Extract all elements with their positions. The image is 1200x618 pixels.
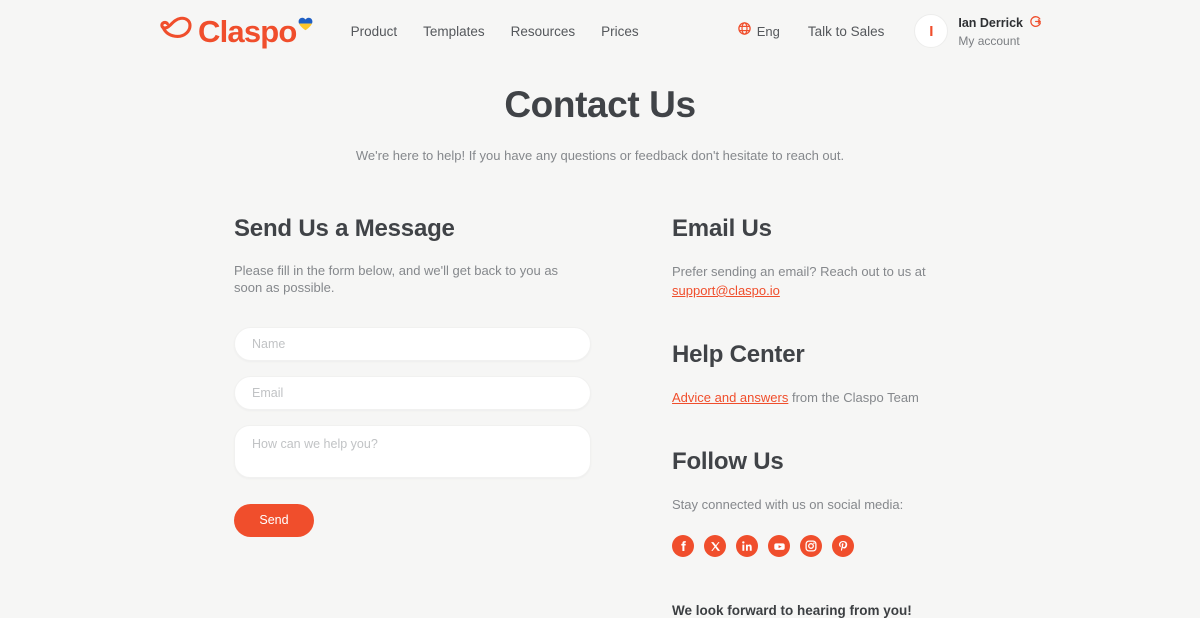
- page-subtitle: We're here to help! If you have any ques…: [355, 148, 845, 163]
- logo-wordmark: Claspo: [198, 13, 297, 49]
- help-section-title: Help Center: [672, 340, 805, 368]
- nav-item-prices[interactable]: Prices: [601, 24, 639, 39]
- send-button[interactable]: Send: [234, 503, 314, 537]
- help-section-text: Advice and answers from the Claspo Team: [672, 389, 1002, 408]
- advice-and-answers-link[interactable]: Advice and answers: [672, 390, 788, 405]
- account-menu[interactable]: I Ian Derrick My account: [914, 14, 1042, 49]
- claspo-logo[interactable]: Claspo: [158, 16, 313, 47]
- form-section-description: Please fill in the form below, and we'll…: [234, 263, 559, 295]
- account-name: Ian Derrick: [958, 15, 1023, 30]
- language-label: Eng: [756, 23, 780, 39]
- facebook-icon[interactable]: [672, 535, 694, 558]
- account-text: Ian Derrick My account: [958, 14, 1042, 49]
- instagram-icon[interactable]: [800, 535, 822, 558]
- youtube-icon[interactable]: [768, 535, 790, 558]
- nav-item-resources[interactable]: Resources: [511, 24, 576, 39]
- account-subtitle: My account: [958, 33, 1020, 48]
- social-links: [672, 535, 1002, 558]
- logout-circle-arrow-icon[interactable]: [1029, 14, 1042, 34]
- nav-item-product[interactable]: Product: [351, 24, 398, 39]
- page-title: Contact Us: [504, 84, 696, 125]
- ukraine-heart-icon: [298, 17, 313, 36]
- follow-us-block: Follow Us Stay connected with us on soci…: [672, 448, 1002, 558]
- language-switcher[interactable]: Eng: [737, 22, 780, 40]
- avatar: I: [914, 14, 949, 48]
- contact-form: Send: [234, 326, 672, 537]
- hero-section: Contact Us We're here to help! If you ha…: [0, 62, 1200, 163]
- email-us-block: Email Us Prefer sending an email? Reach …: [672, 215, 1002, 301]
- globe-icon: [737, 22, 751, 40]
- name-input[interactable]: [234, 326, 591, 361]
- site-header: Claspo Product Templates Resources Price…: [0, 0, 1200, 62]
- header-right-group: Eng Talk to Sales I Ian Derrick My accou…: [737, 14, 1042, 49]
- follow-section-text: Stay connected with us on social media:: [672, 496, 904, 512]
- closing-text: We look forward to hearing from you!: [672, 603, 912, 618]
- talk-to-sales-link[interactable]: Talk to Sales: [808, 24, 885, 39]
- account-name-row: Ian Derrick: [958, 14, 1042, 34]
- message-textarea[interactable]: [234, 424, 591, 478]
- contact-info-column: Email Us Prefer sending an email? Reach …: [672, 215, 1002, 618]
- main-nav: Product Templates Resources Prices: [351, 24, 639, 39]
- support-email-link[interactable]: support@claspo.io: [672, 283, 780, 298]
- email-section-text: Prefer sending an email? Reach out to us…: [672, 263, 1002, 301]
- help-center-block: Help Center Advice and answers from the …: [672, 341, 1002, 408]
- message-form-column: Send Us a Message Please fill in the for…: [234, 215, 672, 618]
- pinterest-icon[interactable]: [832, 535, 854, 558]
- nav-item-templates[interactable]: Templates: [423, 24, 485, 39]
- cloud-outline-icon: [158, 16, 194, 47]
- follow-section-title: Follow Us: [672, 447, 784, 475]
- help-section-suffix: from the Claspo Team: [788, 389, 919, 405]
- email-section-intro: Prefer sending an email? Reach out to us…: [672, 264, 926, 279]
- email-input[interactable]: [234, 375, 591, 410]
- linkedin-icon[interactable]: [736, 535, 758, 558]
- main-content: Send Us a Message Please fill in the for…: [0, 163, 1200, 618]
- x-twitter-icon[interactable]: [704, 535, 726, 558]
- email-section-title: Email Us: [672, 215, 772, 242]
- form-section-title: Send Us a Message: [234, 215, 455, 242]
